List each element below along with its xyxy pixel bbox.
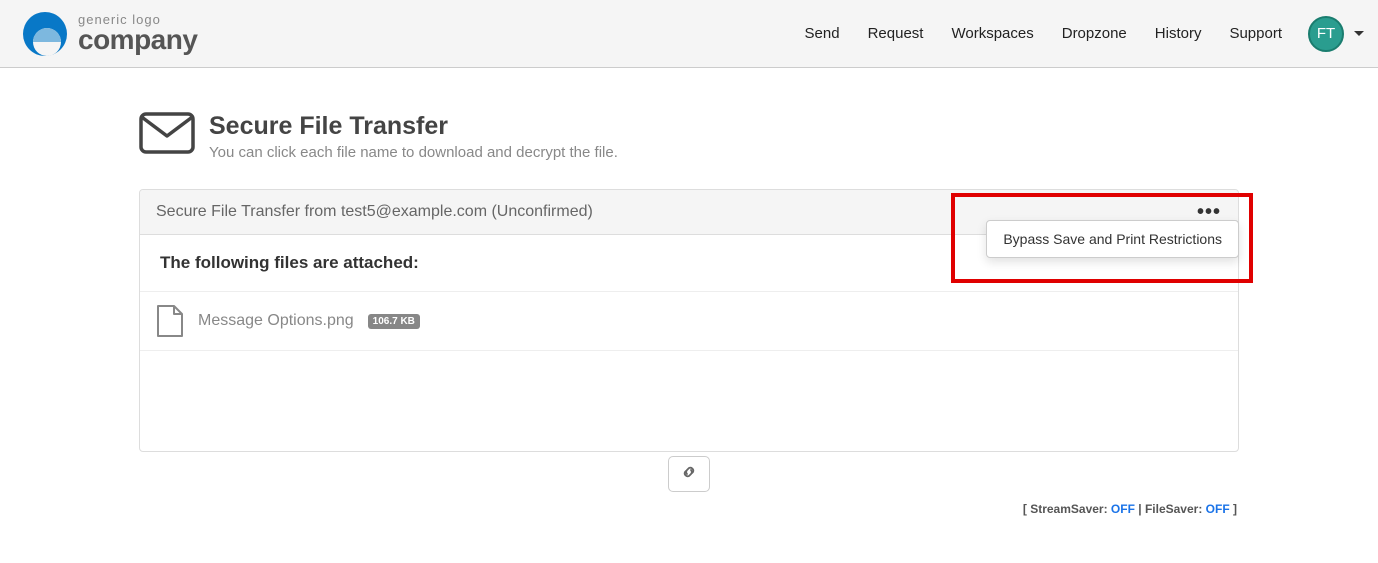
envelope-icon	[139, 112, 195, 154]
link-button[interactable]	[668, 456, 710, 492]
logo-area: generic logo company	[20, 9, 197, 59]
file-row[interactable]: Message Options.png 106.7 KB	[140, 292, 1238, 351]
nav-send[interactable]: Send	[791, 25, 854, 42]
avatar: FT	[1308, 16, 1344, 52]
logo-text: generic logo company	[78, 13, 197, 54]
status-line: [ StreamSaver: OFF | FileSaver: OFF ]	[139, 498, 1239, 516]
page-subtitle: You can click each file name to download…	[209, 144, 618, 161]
link-icon	[680, 463, 698, 486]
top-header: generic logo company Send Request Worksp…	[0, 0, 1378, 68]
main-content: Secure File Transfer You can click each …	[139, 68, 1239, 516]
file-name: Message Options.png	[198, 312, 354, 330]
main-nav: Send Request Workspaces Dropzone History…	[791, 16, 1364, 52]
more-dropdown: Bypass Save and Print Restrictions	[986, 220, 1239, 258]
chevron-down-icon	[1354, 31, 1364, 36]
filesaver-value[interactable]: OFF	[1206, 502, 1230, 516]
page-title: Secure File Transfer	[209, 112, 618, 141]
page-title-row: Secure File Transfer You can click each …	[139, 112, 1239, 161]
streamsaver-label: StreamSaver:	[1030, 502, 1111, 516]
file-size-badge: 106.7 KB	[368, 314, 420, 329]
bypass-menu-item[interactable]: Bypass Save and Print Restrictions	[987, 221, 1238, 257]
filesaver-label: FileSaver:	[1145, 502, 1206, 516]
logo-bottom-text: company	[78, 26, 197, 54]
panel-body	[140, 351, 1238, 451]
page-title-text: Secure File Transfer You can click each …	[209, 112, 618, 161]
nav-request[interactable]: Request	[854, 25, 938, 42]
nav-dropzone[interactable]: Dropzone	[1048, 25, 1141, 42]
link-button-row	[139, 452, 1239, 498]
user-menu[interactable]: FT	[1308, 16, 1364, 52]
status-suffix: ]	[1230, 502, 1237, 516]
file-icon	[156, 304, 184, 338]
nav-history[interactable]: History	[1141, 25, 1216, 42]
streamsaver-value[interactable]: OFF	[1111, 502, 1135, 516]
nav-workspaces[interactable]: Workspaces	[937, 25, 1047, 42]
company-logo-icon	[20, 9, 70, 59]
status-sep: |	[1135, 502, 1145, 516]
nav-support[interactable]: Support	[1215, 25, 1296, 42]
avatar-initials: FT	[1317, 25, 1335, 42]
